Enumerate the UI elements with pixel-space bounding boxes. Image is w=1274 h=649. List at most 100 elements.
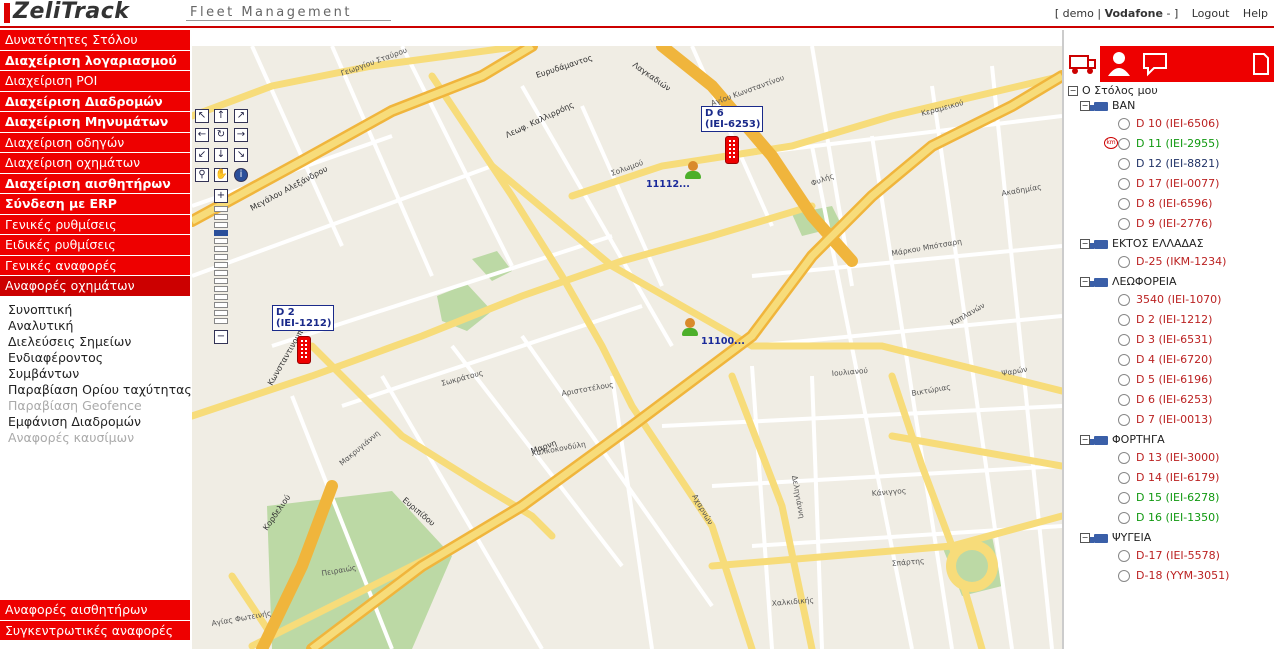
zoom-in-button[interactable]: + (214, 189, 228, 203)
menu-item[interactable]: Συγκεντρωτικές αναφορές (0, 620, 190, 640)
zoom-level-step[interactable] (214, 246, 228, 252)
vehicle-select-radio[interactable] (1118, 256, 1130, 268)
pan-northwest-button[interactable]: ↖ (195, 109, 209, 123)
help-link[interactable]: Help (1243, 7, 1268, 20)
vehicle-cluster-marker[interactable] (685, 161, 701, 181)
pan-southwest-button[interactable]: ↙ (195, 148, 209, 162)
zoom-level-step[interactable] (214, 302, 228, 308)
vehicle-select-radio[interactable] (1118, 570, 1130, 582)
zoom-level-step[interactable] (214, 222, 228, 228)
collapse-group-icon[interactable]: − (1080, 435, 1090, 445)
menu-item[interactable]: Διαχείριση Διαδρομών (0, 91, 190, 111)
vehicle-label-d2[interactable]: D 2 (ΙΕΙ-1212) (272, 305, 334, 331)
vehicle-select-radio[interactable] (1118, 118, 1130, 130)
vehicle-row[interactable]: D 10 (ΙΕΙ-6506) (1118, 117, 1219, 130)
vehicle-row[interactable]: D 11 (ΙΕΙ-2955) (1118, 137, 1219, 150)
app-logo[interactable]: ZeliTrack (13, 0, 129, 24)
zoom-level-step[interactable] (214, 262, 228, 268)
submenu-item[interactable]: Διελεύσεις Σημείων (0, 334, 190, 350)
hand-pan-icon[interactable]: ✋ (214, 168, 228, 182)
submenu-item[interactable]: Συμβάντων (0, 366, 190, 382)
vehicle-row[interactable]: D 14 (ΙΕΙ-6179) (1118, 471, 1219, 484)
menu-item[interactable]: Σύνδεση με ERP (0, 194, 190, 214)
collapse-group-icon[interactable]: − (1080, 533, 1090, 543)
vehicle-select-radio[interactable] (1118, 492, 1130, 504)
menu-item[interactable]: Διαχείριση Μηνυμάτων (0, 112, 190, 132)
vehicle-select-radio[interactable] (1118, 158, 1130, 170)
fleet-group[interactable]: − ΕΚΤΟΣ ΕΛΛΑΔΑΣ (1080, 237, 1204, 250)
zoom-level-step[interactable] (214, 286, 228, 292)
vehicles-tab-icon[interactable] (1064, 46, 1100, 82)
pan-northeast-button[interactable]: ↗ (234, 109, 248, 123)
menu-item[interactable]: Διαχείριση οδηγών (0, 132, 190, 152)
cluster-count-label[interactable]: 11100... (701, 336, 745, 347)
pan-west-button[interactable]: ← (195, 128, 209, 142)
info-icon[interactable]: i (234, 168, 248, 182)
drivers-tab-icon[interactable] (1102, 46, 1136, 82)
vehicle-select-radio[interactable] (1118, 138, 1130, 150)
map-canvas[interactable]: Ευρυδάμαντος Λεωφ. Καλλιρρόης Λαγκαδιών … (192, 46, 1062, 649)
routes-tab-icon[interactable] (1174, 46, 1244, 82)
vehicle-row[interactable]: D 4 (ΙΕΙ-6720) (1118, 353, 1212, 366)
zoom-level-step[interactable] (214, 294, 228, 300)
vehicle-select-radio[interactable] (1118, 394, 1130, 406)
zoom-level-step[interactable] (214, 278, 228, 284)
zoom-level-step[interactable] (214, 254, 228, 260)
menu-item[interactable]: Διαχείριση POI (0, 71, 190, 91)
collapse-group-icon[interactable]: − (1080, 277, 1090, 287)
vehicle-select-radio[interactable] (1118, 452, 1130, 464)
collapse-group-icon[interactable]: − (1080, 239, 1090, 249)
menu-item[interactable]: Δυνατότητες Στόλου (0, 30, 190, 50)
pan-east-button[interactable]: → (234, 128, 248, 142)
messages-tab-icon[interactable] (1138, 46, 1172, 82)
tree-root[interactable]: − Ο Στόλος μου (1068, 84, 1158, 97)
vehicle-select-radio[interactable] (1118, 354, 1130, 366)
submenu-item[interactable]: Εμφάνιση Διαδρομών (0, 414, 190, 430)
vehicle-select-radio[interactable] (1118, 314, 1130, 326)
vehicle-select-radio[interactable] (1118, 198, 1130, 210)
collapse-group-icon[interactable]: − (1080, 101, 1090, 111)
vehicle-row[interactable]: 3540 (ΙΕΙ-1070) (1118, 293, 1221, 306)
vehicle-row[interactable]: D 16 (ΙΕΙ-1350) (1118, 511, 1219, 524)
vehicle-row[interactable]: D 15 (ΙΕΙ-6278) (1118, 491, 1219, 504)
zoom-level-step[interactable] (214, 206, 228, 212)
fleet-group[interactable]: − ΛΕΩΦΟΡΕΙΑ (1080, 275, 1177, 288)
pan-south-button[interactable]: ↓ (214, 148, 228, 162)
logout-link[interactable]: Logout (1192, 7, 1230, 20)
zoom-level-step[interactable] (214, 318, 228, 324)
vehicle-cluster-marker[interactable] (682, 318, 698, 338)
vehicle-row[interactable]: D 8 (ΙΕΙ-6596) (1118, 197, 1212, 210)
fleet-group[interactable]: − ΨΥΓΕΙΑ (1080, 531, 1151, 544)
vehicle-row[interactable]: D 7 (ΙΕΙ-0013) (1118, 413, 1212, 426)
vehicle-row[interactable]: D 9 (ΙΕΙ-2776) (1118, 217, 1212, 230)
reports-tab-icon[interactable] (1250, 46, 1272, 82)
menu-item[interactable]: Διαχείριση οχημάτων (0, 153, 190, 173)
reset-view-button[interactable]: ↻ (214, 128, 228, 142)
zoom-level-step[interactable] (214, 270, 228, 276)
menu-item[interactable]: Γενικές αναφορές (0, 255, 190, 275)
submenu-item[interactable]: Παραβίαση Ορίου ταχύτητας (0, 382, 192, 398)
zoom-out-button[interactable]: − (214, 330, 228, 344)
vehicle-row[interactable]: D-17 (ΙΕΙ-5578) (1118, 549, 1220, 562)
bus-marker-d6[interactable] (725, 136, 739, 164)
vehicle-select-radio[interactable] (1118, 414, 1130, 426)
menu-item[interactable]: Αναφορές οχημάτων (0, 276, 190, 296)
zoom-box-icon[interactable]: ⚲ (195, 168, 209, 182)
submenu-item[interactable]: Συνοπτική (0, 302, 190, 318)
vehicle-row[interactable]: D 6 (ΙΕΙ-6253) (1118, 393, 1212, 406)
collapse-root-icon[interactable]: − (1068, 86, 1078, 96)
vehicle-select-radio[interactable] (1118, 178, 1130, 190)
vehicle-select-radio[interactable] (1118, 218, 1130, 230)
menu-item[interactable]: Διαχείριση λογαριασμού (0, 50, 190, 70)
menu-item[interactable]: Αναφορές αισθητήρων (0, 600, 190, 620)
vehicle-row[interactable]: D 3 (ΙΕΙ-6531) (1118, 333, 1212, 346)
cluster-count-label[interactable]: 11112... (646, 179, 690, 190)
pan-north-button[interactable]: ↑ (214, 109, 228, 123)
vehicle-row[interactable]: D 2 (ΙΕΙ-1212) (1118, 313, 1212, 326)
zoom-level-current[interactable] (214, 230, 228, 236)
map-view[interactable]: Ευρυδάμαντος Λεωφ. Καλλιρρόης Λαγκαδιών … (192, 46, 1062, 649)
vehicle-select-radio[interactable] (1118, 512, 1130, 524)
bus-marker-d2[interactable] (297, 336, 311, 364)
zoom-level-step[interactable] (214, 238, 228, 244)
pan-southeast-button[interactable]: ↘ (234, 148, 248, 162)
